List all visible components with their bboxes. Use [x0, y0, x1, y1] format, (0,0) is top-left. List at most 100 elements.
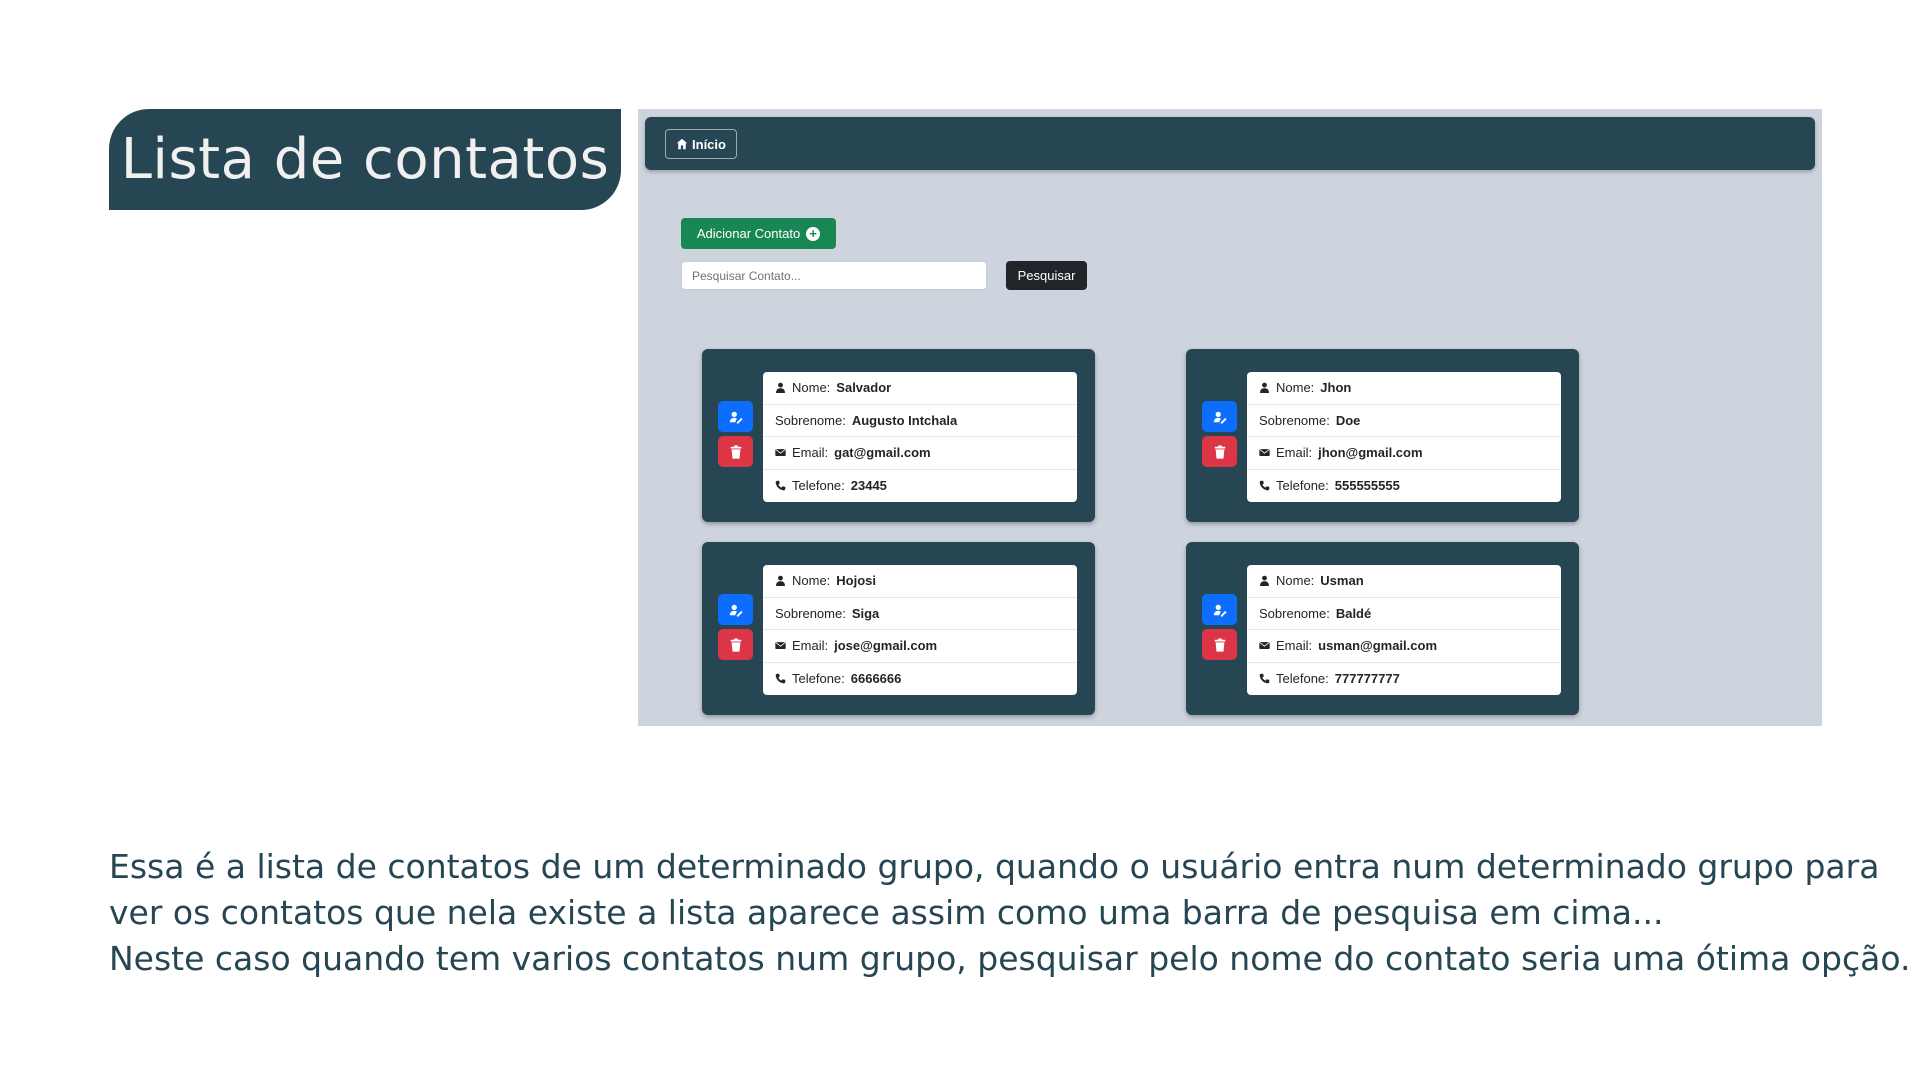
contact-info: Nome: Hojosi Sobrenome: Siga Email: jose…: [763, 565, 1077, 695]
contact-first-name: Salvador: [836, 380, 892, 396]
phone-icon: [775, 480, 786, 491]
contact-card: Nome: Jhon Sobrenome: Doe Email: jhon@gm…: [1186, 349, 1579, 522]
contact-surname-row: Sobrenome: Siga: [763, 598, 1077, 630]
contact-surname: Augusto Intchala: [851, 412, 958, 428]
contact-first-name: Usman: [1320, 573, 1364, 589]
contact-info: Nome: Usman Sobrenome: Baldé Email: usma…: [1247, 565, 1561, 695]
contact-phone-row: Telefone: 23445: [763, 470, 1077, 503]
contact-phone: 6666666: [850, 671, 902, 687]
description-line: ver os contatos que nela existe a lista …: [109, 893, 1664, 932]
user-icon: [776, 575, 785, 587]
trash-icon: [1214, 444, 1225, 459]
field-label: Telefone:: [792, 671, 845, 687]
home-icon: [676, 138, 688, 150]
field-label: Telefone:: [1276, 478, 1329, 494]
envelope-icon: [775, 642, 786, 650]
contact-email: jose@gmail.com: [834, 638, 938, 654]
contact-surname: Baldé: [1335, 605, 1372, 621]
field-label: Email:: [1276, 638, 1313, 654]
field-label: Nome:: [792, 380, 831, 396]
contact-email-row: Email: gat@gmail.com: [763, 437, 1077, 470]
search-input[interactable]: [681, 261, 987, 290]
edit-contact-button[interactable]: [1202, 401, 1237, 432]
user-icon: [776, 382, 785, 394]
trash-icon: [730, 637, 741, 652]
field-label: Nome:: [1276, 573, 1315, 589]
contact-phone: 555555555: [1334, 478, 1400, 494]
field-label: Nome:: [792, 573, 831, 589]
contact-card: Nome: Hojosi Sobrenome: Siga Email: jose…: [702, 542, 1095, 715]
edit-contact-button[interactable]: [1202, 594, 1237, 625]
delete-contact-button[interactable]: [718, 436, 753, 467]
add-contact-button[interactable]: Adicionar Contato +: [681, 218, 836, 249]
user-icon: [1260, 575, 1269, 587]
plus-circle-icon: +: [806, 226, 821, 241]
navbar: Início: [645, 117, 1815, 170]
envelope-icon: [1259, 449, 1270, 457]
search-button[interactable]: Pesquisar: [1006, 261, 1087, 290]
description-line: Essa é a lista de contatos de um determi…: [109, 847, 1880, 886]
field-label: Sobrenome:: [775, 605, 846, 621]
add-contact-label: Adicionar Contato: [696, 226, 801, 241]
trash-icon: [1214, 637, 1225, 652]
contact-card: Nome: Salvador Sobrenome: Augusto Intcha…: [702, 349, 1095, 522]
description-line: Neste caso quando tem varios contatos nu…: [109, 939, 1911, 978]
contact-phone-row: Telefone: 777777777: [1247, 663, 1561, 696]
contact-surname-row: Sobrenome: Augusto Intchala: [763, 405, 1077, 437]
user-edit-icon: [1213, 604, 1227, 617]
delete-contact-button[interactable]: [718, 629, 753, 660]
field-label: Sobrenome:: [1259, 412, 1330, 428]
home-button-label: Início: [692, 136, 726, 152]
user-icon: [1260, 382, 1269, 394]
field-label: Email:: [792, 638, 829, 654]
contact-info: Nome: Salvador Sobrenome: Augusto Intcha…: [763, 372, 1077, 502]
contact-surname: Siga: [851, 605, 880, 621]
contact-surname-row: Sobrenome: Baldé: [1247, 598, 1561, 630]
contact-name-row: Nome: Salvador: [763, 372, 1077, 405]
delete-contact-button[interactable]: [1202, 436, 1237, 467]
contact-name-row: Nome: Hojosi: [763, 565, 1077, 598]
contact-email: gat@gmail.com: [834, 445, 931, 461]
user-edit-icon: [1213, 411, 1227, 424]
edit-contact-button[interactable]: [718, 594, 753, 625]
contact-email-row: Email: jose@gmail.com: [763, 630, 1077, 663]
app-screenshot: Início Adicionar Contato + Pesquisar Con…: [638, 109, 1822, 726]
envelope-icon: [1259, 642, 1270, 650]
field-label: Telefone:: [1276, 671, 1329, 687]
contact-phone: 23445: [850, 478, 887, 494]
field-label: Sobrenome:: [775, 412, 846, 428]
envelope-icon: [775, 449, 786, 457]
slide-description: Essa é a lista de contatos de um determi…: [109, 844, 1911, 982]
contact-phone-row: Telefone: 555555555: [1247, 470, 1561, 503]
slide-title-tab: Lista de contatos: [109, 109, 621, 210]
field-label: Telefone:: [792, 478, 845, 494]
user-edit-icon: [729, 411, 743, 424]
field-label: Sobrenome:: [1259, 605, 1330, 621]
home-button[interactable]: Início: [665, 129, 737, 159]
contact-email-row: Email: usman@gmail.com: [1247, 630, 1561, 663]
phone-icon: [1259, 480, 1270, 491]
field-label: Email:: [792, 445, 829, 461]
edit-contact-button[interactable]: [718, 401, 753, 432]
contact-info: Nome: Jhon Sobrenome: Doe Email: jhon@gm…: [1247, 372, 1561, 502]
contact-email: jhon@gmail.com: [1318, 445, 1423, 461]
phone-icon: [1259, 673, 1270, 684]
phone-icon: [775, 673, 786, 684]
contact-surname-row: Sobrenome: Doe: [1247, 405, 1561, 437]
delete-contact-button[interactable]: [1202, 629, 1237, 660]
contact-email: usman@gmail.com: [1318, 638, 1437, 654]
search-button-label: Pesquisar: [1017, 268, 1076, 283]
contact-phone-row: Telefone: 6666666: [763, 663, 1077, 696]
contact-first-name: Hojosi: [836, 573, 877, 589]
contact-card: Nome: Usman Sobrenome: Baldé Email: usma…: [1186, 542, 1579, 715]
trash-icon: [730, 444, 741, 459]
contact-name-row: Nome: Jhon: [1247, 372, 1561, 405]
slide-title: Lista de contatos: [120, 127, 610, 192]
contact-first-name: Jhon: [1320, 380, 1352, 396]
user-edit-icon: [729, 604, 743, 617]
contact-phone: 777777777: [1334, 671, 1400, 687]
field-label: Email:: [1276, 445, 1313, 461]
contact-name-row: Nome: Usman: [1247, 565, 1561, 598]
field-label: Nome:: [1276, 380, 1315, 396]
contact-email-row: Email: jhon@gmail.com: [1247, 437, 1561, 470]
